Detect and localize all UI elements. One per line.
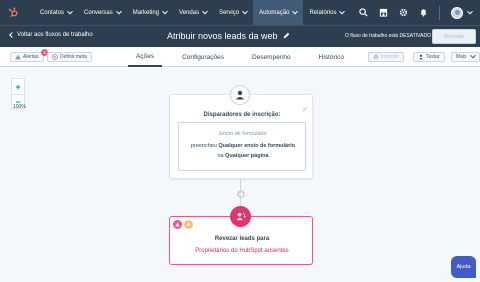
test-button[interactable]: Testar bbox=[413, 52, 445, 62]
hubspot-logo-icon[interactable] bbox=[0, 0, 26, 25]
chevron-down-icon bbox=[469, 52, 476, 59]
action-owner-link[interactable]: Proprietários do HubSpot ausentes bbox=[170, 248, 314, 254]
person-icon bbox=[418, 54, 424, 60]
tab-configuracoes[interactable]: Configurações bbox=[174, 47, 232, 67]
printer-icon bbox=[373, 54, 379, 60]
tab-acoes[interactable]: Ações bbox=[128, 47, 163, 67]
target-icon bbox=[52, 54, 58, 60]
more-button[interactable]: Mais bbox=[451, 52, 480, 62]
chevron-down-icon bbox=[202, 8, 208, 14]
chevron-down-icon bbox=[242, 8, 248, 14]
nav-item-vendas[interactable]: Vendas bbox=[173, 0, 213, 25]
nav-item-marketing[interactable]: Marketing bbox=[127, 0, 173, 25]
alerts-button[interactable]: Alertas 3 bbox=[10, 49, 48, 62]
chevron-down-icon bbox=[67, 8, 73, 14]
nav-item-contatos[interactable]: Contatos bbox=[34, 0, 78, 25]
zoom-in-button[interactable]: + bbox=[12, 79, 24, 94]
trigger-page-condition: na Qualquer página bbox=[217, 153, 269, 159]
nav-divider bbox=[439, 5, 440, 20]
notifications-bell-icon[interactable] bbox=[419, 8, 428, 17]
account-menu[interactable] bbox=[451, 6, 473, 19]
back-to-workflows-link[interactable]: Voltar aos fluxos de trabalho bbox=[9, 32, 93, 38]
rotate-leads-icon bbox=[230, 206, 251, 227]
tab-historico[interactable]: Histórico bbox=[311, 47, 352, 67]
trigger-type: Envio de formulário bbox=[219, 131, 267, 137]
workflow-header: Voltar aos fluxos de trabalho Atribuir n… bbox=[0, 25, 480, 47]
set-goal-button[interactable]: Definir meta bbox=[47, 52, 92, 62]
avatar bbox=[451, 6, 463, 19]
workflow-status: O fluxo de trabalho está DESATIVADO bbox=[345, 33, 431, 39]
marketplace-icon[interactable] bbox=[379, 8, 388, 17]
warning-icon bbox=[173, 220, 182, 229]
contact-trigger-icon bbox=[230, 85, 250, 105]
tab-desempenho[interactable]: Desempenho bbox=[244, 47, 299, 67]
pencil-edit-icon[interactable] bbox=[283, 31, 290, 41]
chevron-down-icon bbox=[115, 8, 122, 14]
nav-item-servico[interactable]: Serviço bbox=[213, 0, 253, 25]
review-button[interactable]: Revisão bbox=[432, 29, 476, 44]
nav-item-relatorios[interactable]: Relatórios bbox=[303, 0, 350, 25]
chevron-down-icon bbox=[339, 8, 346, 14]
chevron-down-icon bbox=[467, 8, 473, 14]
chevron-down-icon bbox=[162, 8, 168, 14]
print-button[interactable]: Imprimir bbox=[368, 52, 405, 62]
alert-triangle-icon bbox=[15, 54, 21, 60]
workflow-canvas[interactable]: + − 100% Disparadores de inscrição: Envi… bbox=[0, 67, 480, 282]
settings-gear-icon[interactable] bbox=[399, 8, 408, 17]
connector-line bbox=[240, 179, 241, 190]
action-title: Revezar leads para bbox=[214, 236, 270, 242]
chevron-left-icon bbox=[9, 32, 15, 38]
star-icon bbox=[184, 220, 193, 229]
trigger-condition: preencheu Qualquer envio de formulário bbox=[190, 143, 296, 149]
chevron-down-icon bbox=[292, 8, 299, 14]
tab-bar: Alertas 3 Definir meta Ações Configuraçõ… bbox=[0, 47, 480, 67]
add-action-button[interactable] bbox=[237, 190, 245, 198]
workflow-title[interactable]: Atribuir novos leads da web bbox=[167, 31, 290, 41]
zoom-level: 100% bbox=[13, 104, 26, 110]
nav-item-automacao[interactable]: Automação bbox=[253, 0, 304, 25]
search-icon[interactable] bbox=[359, 8, 368, 17]
trigger-heading: Disparadores de inscrição: bbox=[203, 112, 281, 118]
plus-icon bbox=[238, 191, 244, 197]
enrollment-trigger-card[interactable]: Disparadores de inscrição: Envio de form… bbox=[169, 94, 313, 179]
top-navigation: Contatos Conversas Marketing Vendas Serv… bbox=[0, 0, 480, 25]
trigger-filter-box[interactable]: Envio de formulário preencheu Qualquer e… bbox=[178, 122, 306, 171]
nav-item-conversas[interactable]: Conversas bbox=[78, 0, 127, 25]
help-button[interactable]: Ajuda bbox=[451, 256, 476, 278]
workflow-tabs: Ações Configurações Desempenho Histórico bbox=[128, 47, 364, 67]
